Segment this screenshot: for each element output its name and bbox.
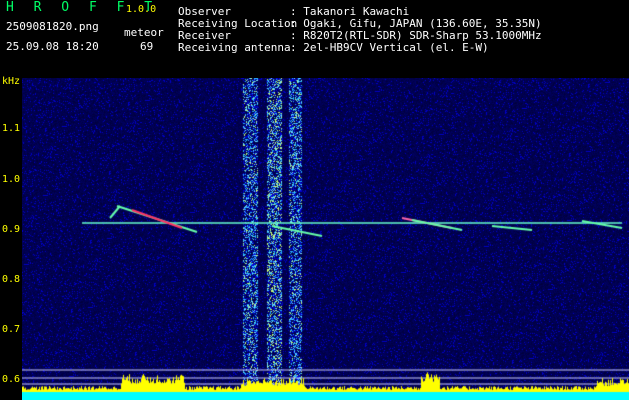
- filename: 2509081820.png: [6, 20, 99, 33]
- meteor-label: meteor: [124, 26, 164, 39]
- y-tick-label: 0.7: [1, 324, 20, 335]
- header-panel: H R O F F T 1.0.0 2509081820.png 25.09.0…: [0, 0, 629, 78]
- app-version: 1.0.0: [126, 4, 157, 15]
- meteor-count: 69: [140, 40, 154, 53]
- spectrogram-canvas: [22, 78, 629, 400]
- y-tick-label: 0.9: [1, 224, 20, 235]
- antenna-label: Receiving antenna: [178, 41, 291, 54]
- y-tick-label: 1.1: [1, 123, 20, 134]
- antenna-value: : 2el-HB9CV Vertical (el. E-W): [290, 41, 489, 54]
- y-tick-label: 1.0: [1, 174, 20, 185]
- datetime: 25.09.08 18:20: [6, 40, 99, 53]
- y-axis-unit: kHz: [1, 76, 20, 87]
- y-tick-label: 0.8: [1, 274, 20, 285]
- y-tick-label: 0.6: [1, 374, 20, 385]
